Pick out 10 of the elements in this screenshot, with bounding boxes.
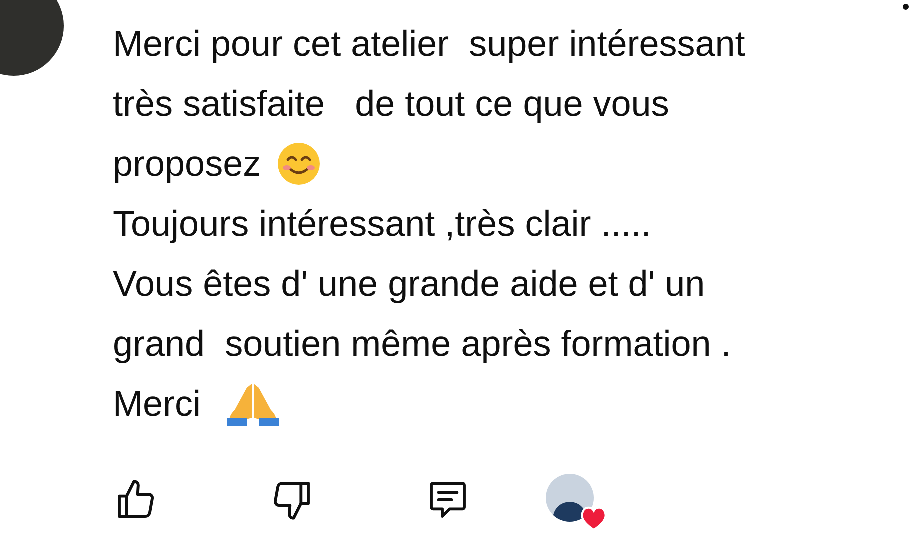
comment-text: grand soutien même après formation . <box>113 322 732 366</box>
comment-text: très satisfaite de tout ce que vous <box>113 82 670 126</box>
praying-hands-icon <box>225 382 281 426</box>
smiling-face-icon <box>277 142 322 186</box>
comment-text: Merci <box>113 382 201 426</box>
comment-text: proposez <box>113 142 262 186</box>
comment-text: Toujours intéressant ,très clair ..... <box>113 202 652 246</box>
vertical-menu-dots-icon[interactable] <box>903 4 909 10</box>
comment-text: Merci pour cet atelier super intéressant <box>113 22 746 66</box>
comment-text: Vous êtes d' une grande aide et d' un <box>113 262 706 306</box>
